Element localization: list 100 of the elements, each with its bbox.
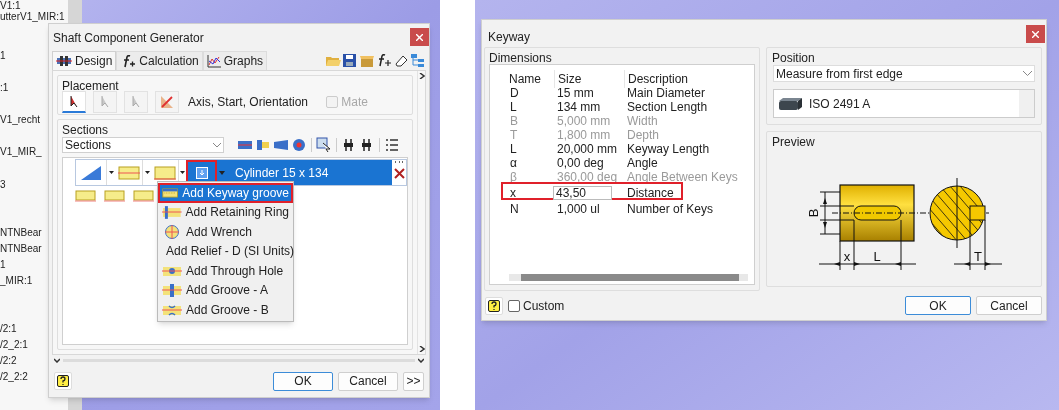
dialog-button[interactable]: >> <box>403 371 424 391</box>
cylinder-section-icon <box>118 165 140 180</box>
chevron-right-icon[interactable] <box>418 346 425 352</box>
menu-item[interactable]: Add Retaining Ring <box>158 202 293 222</box>
shaft-section-icon <box>162 185 179 200</box>
close-button[interactable] <box>1026 25 1045 43</box>
cylinder-section-icon <box>154 165 176 180</box>
placement-hint: Axis, Start, Orientation <box>188 94 309 111</box>
tree-item[interactable]: V1_recht <box>0 112 41 129</box>
table-cell-text: Number of Keys <box>626 201 715 218</box>
position-dropdown[interactable]: Measure from first edge <box>773 65 1035 82</box>
table-cell-text: Angle <box>626 156 659 172</box>
crossed-pointer-icon <box>159 94 175 110</box>
chevron-down-icon[interactable] <box>54 357 60 363</box>
pointer-icon <box>131 95 141 109</box>
tree-item[interactable]: /2_2:1 <box>0 337 28 354</box>
menu-item[interactable]: Add Groove - A <box>158 280 293 300</box>
group-label: Position <box>772 50 815 67</box>
dimension-label: L <box>873 249 881 264</box>
pointer-button[interactable] <box>62 91 86 113</box>
table-cell-text: Section Length <box>626 99 709 116</box>
shaft-section-icon <box>162 283 182 298</box>
cross-button[interactable] <box>155 91 179 113</box>
column-header: Size <box>554 70 624 88</box>
dimension-label: T <box>974 249 982 264</box>
tree-item[interactable]: utterV1_MIR:1 <box>0 11 65 22</box>
tree-item[interactable]: /2_2:2 <box>0 369 28 386</box>
cylinder-section-icon <box>133 190 154 202</box>
tree-item[interactable]: V1_MIR_ <box>0 144 42 161</box>
key-standard-field[interactable]: ISO 2491 A <box>773 89 1035 118</box>
polygon-icon[interactable] <box>273 137 289 153</box>
size-input[interactable]: 43,50 <box>553 186 612 200</box>
ok-button[interactable]: OK <box>905 296 971 315</box>
cursor-icon[interactable] <box>316 137 332 153</box>
circle-icon[interactable] <box>291 137 307 153</box>
table-cell-text: 15 mm <box>556 85 595 102</box>
group-label: Sections <box>62 122 109 139</box>
tree-item[interactable]: NTNBear <box>0 225 42 242</box>
table-cell-text: 1,000 ul <box>556 201 601 218</box>
chevron-down-icon[interactable] <box>418 357 424 363</box>
menu-item[interactable]: Add Groove - B <box>158 300 293 320</box>
download-icon <box>195 166 208 179</box>
tree-item[interactable]: _MIR:1 <box>0 273 33 290</box>
help-button[interactable] <box>54 372 72 390</box>
tree-item[interactable]: 1 <box>0 47 6 64</box>
dimension-label: x <box>843 249 851 264</box>
caret-icon <box>109 171 114 174</box>
table-cell-text: α <box>509 155 518 172</box>
menu-item[interactable]: Add Wrench <box>158 222 293 242</box>
custom-checkbox[interactable]: Custom <box>508 296 565 315</box>
caret-icon <box>145 171 150 174</box>
table-cell-text: 5,000 mm <box>556 113 612 130</box>
tree-item[interactable]: 3 <box>0 176 6 193</box>
dimension-label: B <box>806 208 821 218</box>
pointer-icon <box>69 94 79 109</box>
delete-icon[interactable] <box>393 168 405 179</box>
tree-item[interactable]: V1:1 <box>0 0 21 11</box>
close-icon <box>416 33 423 41</box>
table-cell-text: 20,000 mm <box>556 141 619 158</box>
tab[interactable]: Design <box>52 51 117 70</box>
menu-item[interactable]: Add Keyway groove <box>158 183 293 203</box>
cylinder-section-icon <box>75 190 96 202</box>
chevron-icon <box>1023 71 1032 76</box>
cylinder-section-icon <box>104 190 125 202</box>
tree-item[interactable]: 1 <box>0 257 6 274</box>
close-button[interactable] <box>410 28 429 46</box>
column-header: Description <box>624 70 744 88</box>
table-cell-text: L <box>509 141 518 158</box>
dialog-button[interactable]: Cancel <box>338 371 398 391</box>
list-icon[interactable] <box>384 137 400 153</box>
help-button[interactable] <box>485 296 503 315</box>
caret-icon <box>180 171 185 174</box>
chevron-icon <box>213 142 221 148</box>
group-label: Placement <box>62 78 119 95</box>
segment-label[interactable]: Cylinder 15 x 134 <box>217 160 392 185</box>
table-cell-text: Width <box>626 113 659 130</box>
column-header: Name <box>509 71 542 88</box>
table-cell-text: Distance <box>626 185 675 202</box>
dialog-button[interactable]: Cancel <box>976 296 1042 315</box>
close-icon <box>1032 30 1039 38</box>
scrollbar-thumb[interactable] <box>521 274 739 281</box>
table-cell-text: Main Diameter <box>626 86 707 102</box>
sections-dropdown[interactable]: Sections <box>62 137 224 153</box>
menu-item[interactable]: Add Through Hole <box>158 261 293 281</box>
tree-item[interactable]: /2:1 <box>0 321 17 338</box>
tree-item[interactable]: NTNBear <box>0 241 42 258</box>
ok-button[interactable]: OK <box>273 371 333 391</box>
pointer-icon <box>100 95 110 109</box>
group-label: Dimensions <box>489 50 552 67</box>
shaft-section-icon <box>162 205 182 220</box>
function-icon[interactable] <box>376 53 392 69</box>
tab[interactable]: Calculation <box>116 51 203 70</box>
save-icon[interactable] <box>342 53 358 69</box>
tree-item[interactable]: :1 <box>0 80 9 97</box>
tree-item[interactable]: /2:2 <box>0 353 17 370</box>
chevron-right-icon[interactable] <box>418 73 425 79</box>
window-title: Keyway <box>488 29 531 46</box>
menu-item[interactable]: Add Relief - D (SI Units) <box>158 241 293 261</box>
question-icon <box>488 299 500 312</box>
tab[interactable]: Graphs <box>202 51 268 70</box>
